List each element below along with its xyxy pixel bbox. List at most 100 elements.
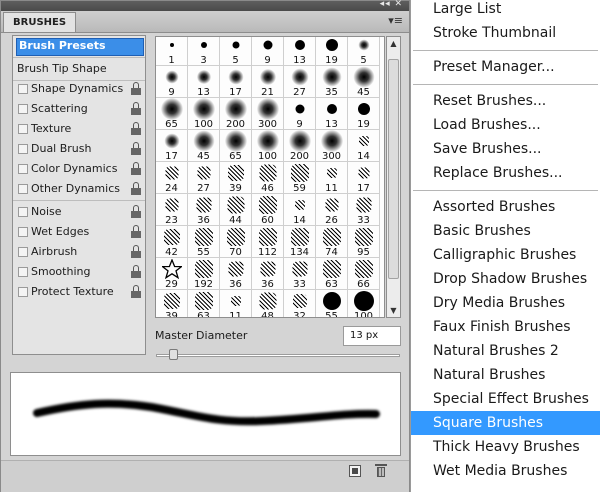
option-checkbox[interactable]: [18, 104, 28, 114]
brush-preset-cell[interactable]: 300: [252, 98, 284, 130]
brush-preset-cell[interactable]: 9: [156, 66, 188, 98]
brush-preset-cell[interactable]: 11: [316, 162, 348, 194]
menu-item-assorted-brushes[interactable]: Assorted Brushes: [411, 195, 600, 219]
scroll-up-arrow-icon[interactable]: ▲: [387, 37, 400, 50]
brush-preset-cell[interactable]: 70: [220, 226, 252, 258]
brush-option-dual-brush[interactable]: Dual Brush: [13, 139, 145, 159]
brush-preset-cell[interactable]: 46: [252, 162, 284, 194]
brush-preset-cell[interactable]: 13: [188, 66, 220, 98]
brush-preset-cell[interactable]: 134: [284, 226, 316, 258]
brush-preset-cell[interactable]: 17: [348, 162, 380, 194]
master-diameter-slider-track[interactable]: [156, 354, 400, 357]
lock-icon[interactable]: [131, 102, 141, 115]
brush-preset-cell[interactable]: 45: [348, 66, 380, 98]
brush-preset-cell[interactable]: 42: [156, 226, 188, 258]
brush-preset-cell[interactable]: 21: [252, 66, 284, 98]
brush-preset-cell[interactable]: 112: [252, 226, 284, 258]
lock-icon[interactable]: [131, 162, 141, 175]
menu-item-wet-media-brushes[interactable]: Wet Media Brushes: [411, 459, 600, 483]
menu-item-faux-finish-brushes[interactable]: Faux Finish Brushes: [411, 315, 600, 339]
brush-preset-cell[interactable]: 32: [284, 290, 316, 317]
lock-icon[interactable]: [131, 142, 141, 155]
tab-brushes[interactable]: BRUSHES: [3, 12, 77, 32]
brush-preset-cell[interactable]: 5: [348, 37, 380, 66]
brush-preset-cell[interactable]: 19: [316, 37, 348, 66]
brush-option-smoothing[interactable]: Smoothing: [13, 262, 145, 282]
brush-option-wet-edges[interactable]: Wet Edges: [13, 222, 145, 242]
brush-preset-cell[interactable]: 13: [316, 98, 348, 130]
option-checkbox[interactable]: [18, 144, 28, 154]
brush-preset-cell[interactable]: 27: [188, 162, 220, 194]
menu-item-square-brushes[interactable]: Square Brushes: [411, 411, 600, 435]
collapse-and-close-icons[interactable]: ◂◂ ✕: [380, 0, 403, 9]
brush-preset-cell[interactable]: 9: [252, 37, 284, 66]
brush-preset-cell[interactable]: 23: [156, 194, 188, 226]
brush-preset-cell[interactable]: 48: [252, 290, 284, 317]
brush-option-noise[interactable]: Noise: [13, 202, 145, 222]
brush-option-shape-dynamics[interactable]: Shape Dynamics: [13, 79, 145, 99]
brush-preset-cell[interactable]: 14: [284, 194, 316, 226]
brush-preset-cell[interactable]: 39: [220, 162, 252, 194]
brush-preset-cell[interactable]: 36: [220, 258, 252, 290]
brush-preset-cell[interactable]: 17: [156, 130, 188, 162]
brush-preset-cell[interactable]: 13: [284, 37, 316, 66]
brush-preset-cell[interactable]: 300: [316, 130, 348, 162]
option-checkbox[interactable]: [18, 124, 28, 134]
master-diameter-input[interactable]: 13 px: [343, 326, 401, 346]
brush-preset-cell[interactable]: 27: [284, 66, 316, 98]
menu-item-stroke-thumbnail[interactable]: Stroke Thumbnail: [411, 21, 600, 45]
trash-icon[interactable]: [375, 464, 387, 478]
brush-preset-cell[interactable]: 14: [348, 130, 380, 162]
menu-item-natural-brushes[interactable]: Natural Brushes: [411, 363, 600, 387]
brush-preset-cell[interactable]: 17: [220, 66, 252, 98]
option-checkbox[interactable]: [18, 267, 28, 277]
menu-item-reset-brushes[interactable]: Reset Brushes...: [411, 89, 600, 113]
brush-preset-cell[interactable]: 100: [188, 98, 220, 130]
lock-icon[interactable]: [131, 122, 141, 135]
menu-item-thick-heavy-brushes[interactable]: Thick Heavy Brushes: [411, 435, 600, 459]
brush-preset-cell[interactable]: 55: [316, 290, 348, 317]
lock-icon[interactable]: [131, 285, 141, 298]
brush-preset-cell[interactable]: 9: [284, 98, 316, 130]
menu-item-basic-brushes[interactable]: Basic Brushes: [411, 219, 600, 243]
brush-preset-cell[interactable]: 29: [156, 258, 188, 290]
lock-icon[interactable]: [131, 205, 141, 218]
brush-preset-cell[interactable]: 65: [156, 98, 188, 130]
brush-preset-cell[interactable]: 65: [220, 130, 252, 162]
option-checkbox[interactable]: [18, 184, 28, 194]
brush-preset-cell[interactable]: 11: [220, 290, 252, 317]
brush-preset-cell[interactable]: 39: [156, 290, 188, 317]
menu-item-natural-brushes-2[interactable]: Natural Brushes 2: [411, 339, 600, 363]
brush-preset-cell[interactable]: 26: [316, 194, 348, 226]
menu-item-special-effect-brushes[interactable]: Special Effect Brushes: [411, 387, 600, 411]
brush-preset-cell[interactable]: 95: [348, 226, 380, 258]
menu-item-replace-brushes[interactable]: Replace Brushes...: [411, 161, 600, 185]
brush-preset-cell[interactable]: 35: [316, 66, 348, 98]
brush-preset-cell[interactable]: 60: [252, 194, 284, 226]
brush-preset-cell[interactable]: 5: [220, 37, 252, 66]
panel-menu-icon[interactable]: ▾≡: [388, 14, 403, 28]
brush-preset-cell[interactable]: 44: [220, 194, 252, 226]
option-checkbox[interactable]: [18, 247, 28, 257]
brush-option-scattering[interactable]: Scattering: [13, 99, 145, 119]
brush-preset-cell[interactable]: 1: [156, 37, 188, 66]
brush-preset-cell[interactable]: 55: [188, 226, 220, 258]
lock-icon[interactable]: [131, 82, 141, 95]
brush-preset-cell[interactable]: 45: [188, 130, 220, 162]
option-checkbox[interactable]: [18, 84, 28, 94]
brush-preset-cell[interactable]: 63: [316, 258, 348, 290]
brush-preset-cell[interactable]: 59: [284, 162, 316, 194]
brush-preset-cell[interactable]: 36: [188, 194, 220, 226]
brush-option-brush-tip-shape[interactable]: Brush Tip Shape: [13, 59, 145, 79]
brush-preset-cell[interactable]: 192: [188, 258, 220, 290]
lock-icon[interactable]: [131, 182, 141, 195]
scroll-thumb[interactable]: [388, 59, 399, 279]
menu-item-calligraphic-brushes[interactable]: Calligraphic Brushes: [411, 243, 600, 267]
brush-preset-cell[interactable]: 66: [348, 258, 380, 290]
brush-preset-cell[interactable]: 100: [252, 130, 284, 162]
scroll-down-arrow-icon[interactable]: ▼: [387, 304, 400, 317]
menu-item-large-list[interactable]: Large List: [411, 0, 600, 21]
brush-preset-cell[interactable]: 200: [220, 98, 252, 130]
option-checkbox[interactable]: [18, 287, 28, 297]
option-checkbox[interactable]: [18, 227, 28, 237]
